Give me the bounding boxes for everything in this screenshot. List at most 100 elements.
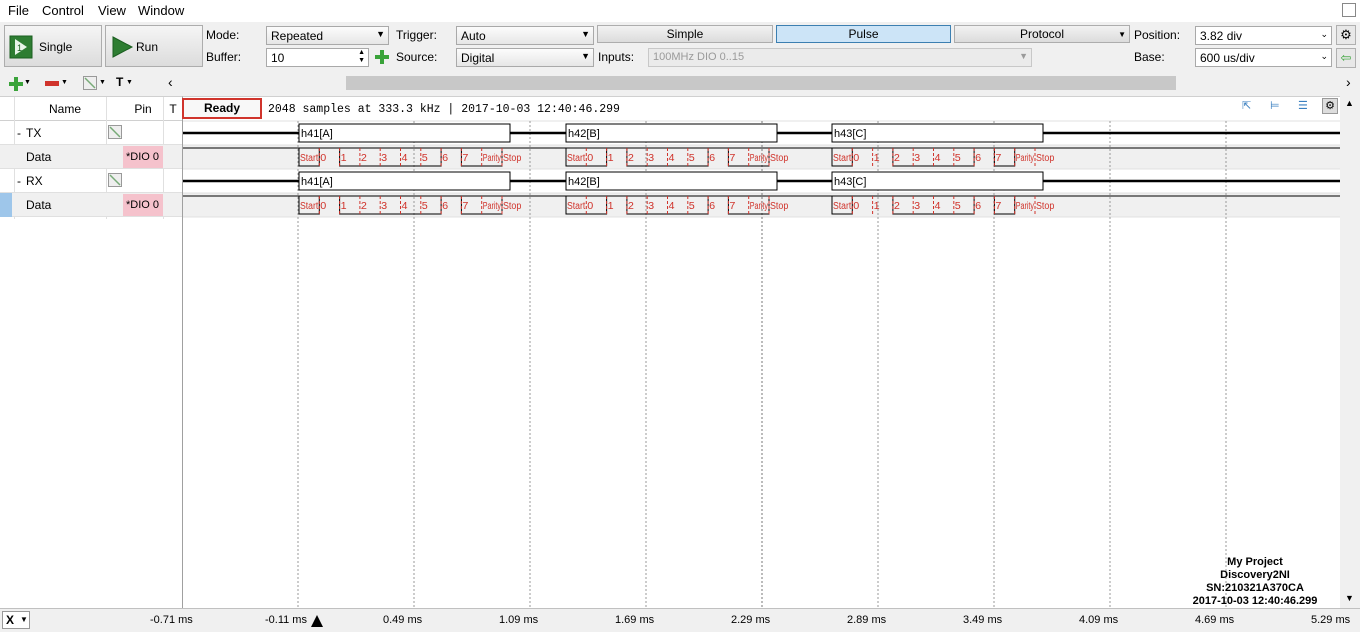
edit-icon[interactable] (83, 76, 97, 90)
channel-row-rx[interactable]: - RX (0, 169, 182, 193)
bit-label: 2 (894, 153, 900, 164)
channel-row-tx[interactable]: - TX (0, 121, 182, 145)
bit-label: 2 (628, 201, 634, 212)
align-icon[interactable]: ⊨ (1270, 99, 1280, 112)
frame-label: h43[C] (834, 128, 866, 140)
bit-label: Parity (1016, 153, 1034, 164)
inputs-select[interactable]: 100MHz DIO 0..15 ▼ (648, 48, 1032, 67)
chevron-down-icon[interactable]: ▼ (99, 79, 106, 86)
bit-label: 7 (462, 201, 468, 212)
chevron-down-icon: ▼ (376, 29, 385, 39)
scroll-up-icon[interactable]: ▲ (1345, 98, 1354, 108)
single-button[interactable]: 1 Single (4, 25, 102, 67)
bit-label: 5 (422, 201, 428, 212)
device-serial: SN:210321A370CA (1206, 582, 1304, 594)
scroll-right-icon[interactable]: › (1346, 74, 1351, 90)
bit-label: 1 (341, 201, 347, 212)
frame-label: h43[C] (834, 176, 866, 188)
axis-x-select[interactable]: X ▼ (2, 611, 30, 629)
bit-label: 0 (853, 153, 859, 164)
bit-label: Stop (770, 153, 789, 164)
bit-label: Parity (750, 201, 768, 212)
selection-marker (0, 193, 12, 217)
waveform-plot[interactable]: h41[A] h42[B] h43[C] Start 0 1 2 3 4 5 6 7 Parity Sto… (182, 96, 1341, 609)
back-arrow-icon[interactable]: ⇦ (1336, 48, 1356, 68)
list-icon[interactable]: ☰ (1298, 99, 1308, 112)
channel-row-tx-data[interactable]: Data *DIO 0 (0, 145, 182, 169)
collapse-icon[interactable]: - (17, 174, 21, 188)
menu-window[interactable]: Window (138, 3, 184, 18)
settings-icon[interactable]: ⚙ (1322, 98, 1338, 114)
bit-label: Parity (750, 153, 768, 164)
bit-label: 6 (442, 201, 448, 212)
bit-label: Stop (503, 153, 522, 164)
add-icon[interactable] (374, 49, 390, 65)
bit-label: 4 (402, 153, 408, 164)
channel-panel: Name Pin T - TX Data *DIO 0 - RX Data *D… (0, 96, 182, 608)
trigger-marker-icon[interactable] (311, 615, 323, 627)
remove-channel-icon[interactable] (45, 81, 59, 87)
time-tick: 4.09 ms (1079, 614, 1119, 626)
position-input[interactable]: 3.82 div ⌄ (1195, 26, 1332, 45)
vertical-scrollbar[interactable]: ▲ ▼ (1340, 96, 1360, 608)
menu-file[interactable]: File (8, 3, 29, 18)
waveform-canvas: h41[A] h42[B] h43[C]Start 0 1 2 3 4 5 6 7 Parity Sto… (183, 120, 1341, 609)
tab-pulse[interactable]: Pulse (776, 25, 951, 43)
bit-label: 3 (381, 153, 387, 164)
trigger-select[interactable]: Auto ▼ (456, 26, 594, 45)
add-channel-icon[interactable] (9, 77, 23, 91)
chevron-down-icon[interactable]: ▼ (61, 79, 68, 86)
cursor-icon[interactable]: ⇱ (1242, 99, 1251, 112)
bit-label: 2 (628, 153, 634, 164)
scroll-down-icon[interactable]: ▼ (1345, 593, 1354, 603)
gear-icon[interactable]: ⚙ (1336, 25, 1356, 45)
run-icon (112, 36, 134, 58)
chevron-down-icon[interactable]: ▼ (126, 79, 133, 86)
restore-icon[interactable] (1342, 3, 1356, 17)
time-tick: -0.71 ms (150, 614, 193, 626)
base-label: Base: (1134, 50, 1165, 64)
bit-label: 5 (955, 153, 961, 164)
bit-label: 1 (874, 201, 880, 212)
device-timestamp: 2017-10-03 12:40:46.299 (1192, 595, 1318, 607)
tab-protocol[interactable]: Protocol ▼ (954, 25, 1130, 43)
bit-label: 5 (689, 153, 695, 164)
base-input[interactable]: 600 us/div ⌄ (1195, 48, 1332, 67)
time-tick: 0.49 ms (383, 614, 423, 626)
buffer-input[interactable]: 10 ▲ ▼ (266, 48, 369, 67)
bit-label: Start (300, 201, 318, 212)
edit-icon[interactable] (108, 173, 122, 187)
text-icon[interactable]: T (116, 75, 123, 89)
header-name[interactable]: Name (22, 97, 108, 121)
bit-label: 1 (608, 153, 614, 164)
bit-label: 2 (361, 201, 367, 212)
time-axis[interactable]: X ▼ -0.71 ms -0.11 ms 0.49 ms 1.09 ms 1.… (0, 608, 1360, 632)
header-t[interactable]: T (164, 97, 182, 121)
spinner-icon[interactable]: ▲ ▼ (358, 49, 365, 65)
bit-label: 7 (729, 201, 735, 212)
frame-label: h41[A] (301, 128, 333, 140)
edit-icon[interactable] (108, 125, 122, 139)
device-info: My Project Discovery2NI SN:210321A370CA … (1180, 556, 1330, 608)
channel-row-rx-data[interactable]: Data *DIO 0 (0, 193, 182, 217)
run-button[interactable]: Run (105, 25, 203, 67)
bit-label: 4 (935, 153, 941, 164)
menu-control[interactable]: Control (42, 3, 84, 18)
chevron-down-icon[interactable]: ▼ (24, 79, 31, 86)
header-pin[interactable]: Pin (123, 97, 163, 121)
menu-view[interactable]: View (98, 3, 126, 18)
time-tick: 2.89 ms (847, 614, 887, 626)
collapse-icon[interactable]: - (17, 126, 21, 140)
tab-simple[interactable]: Simple (597, 25, 773, 43)
mode-select[interactable]: Repeated ▼ (266, 26, 389, 45)
chevron-down-icon: ⌄ (1320, 29, 1328, 39)
channel-name: Data (26, 198, 52, 212)
source-label: Source: (396, 50, 438, 64)
bit-label: Stop (770, 201, 789, 212)
scroll-left-icon[interactable]: ‹ (168, 74, 173, 90)
time-tick: 2.29 ms (731, 614, 771, 626)
scrollbar-thumb[interactable] (346, 76, 1176, 90)
bit-label: Start (567, 201, 585, 212)
bit-label: 7 (995, 201, 1001, 212)
source-select[interactable]: Digital ▼ (456, 48, 594, 67)
